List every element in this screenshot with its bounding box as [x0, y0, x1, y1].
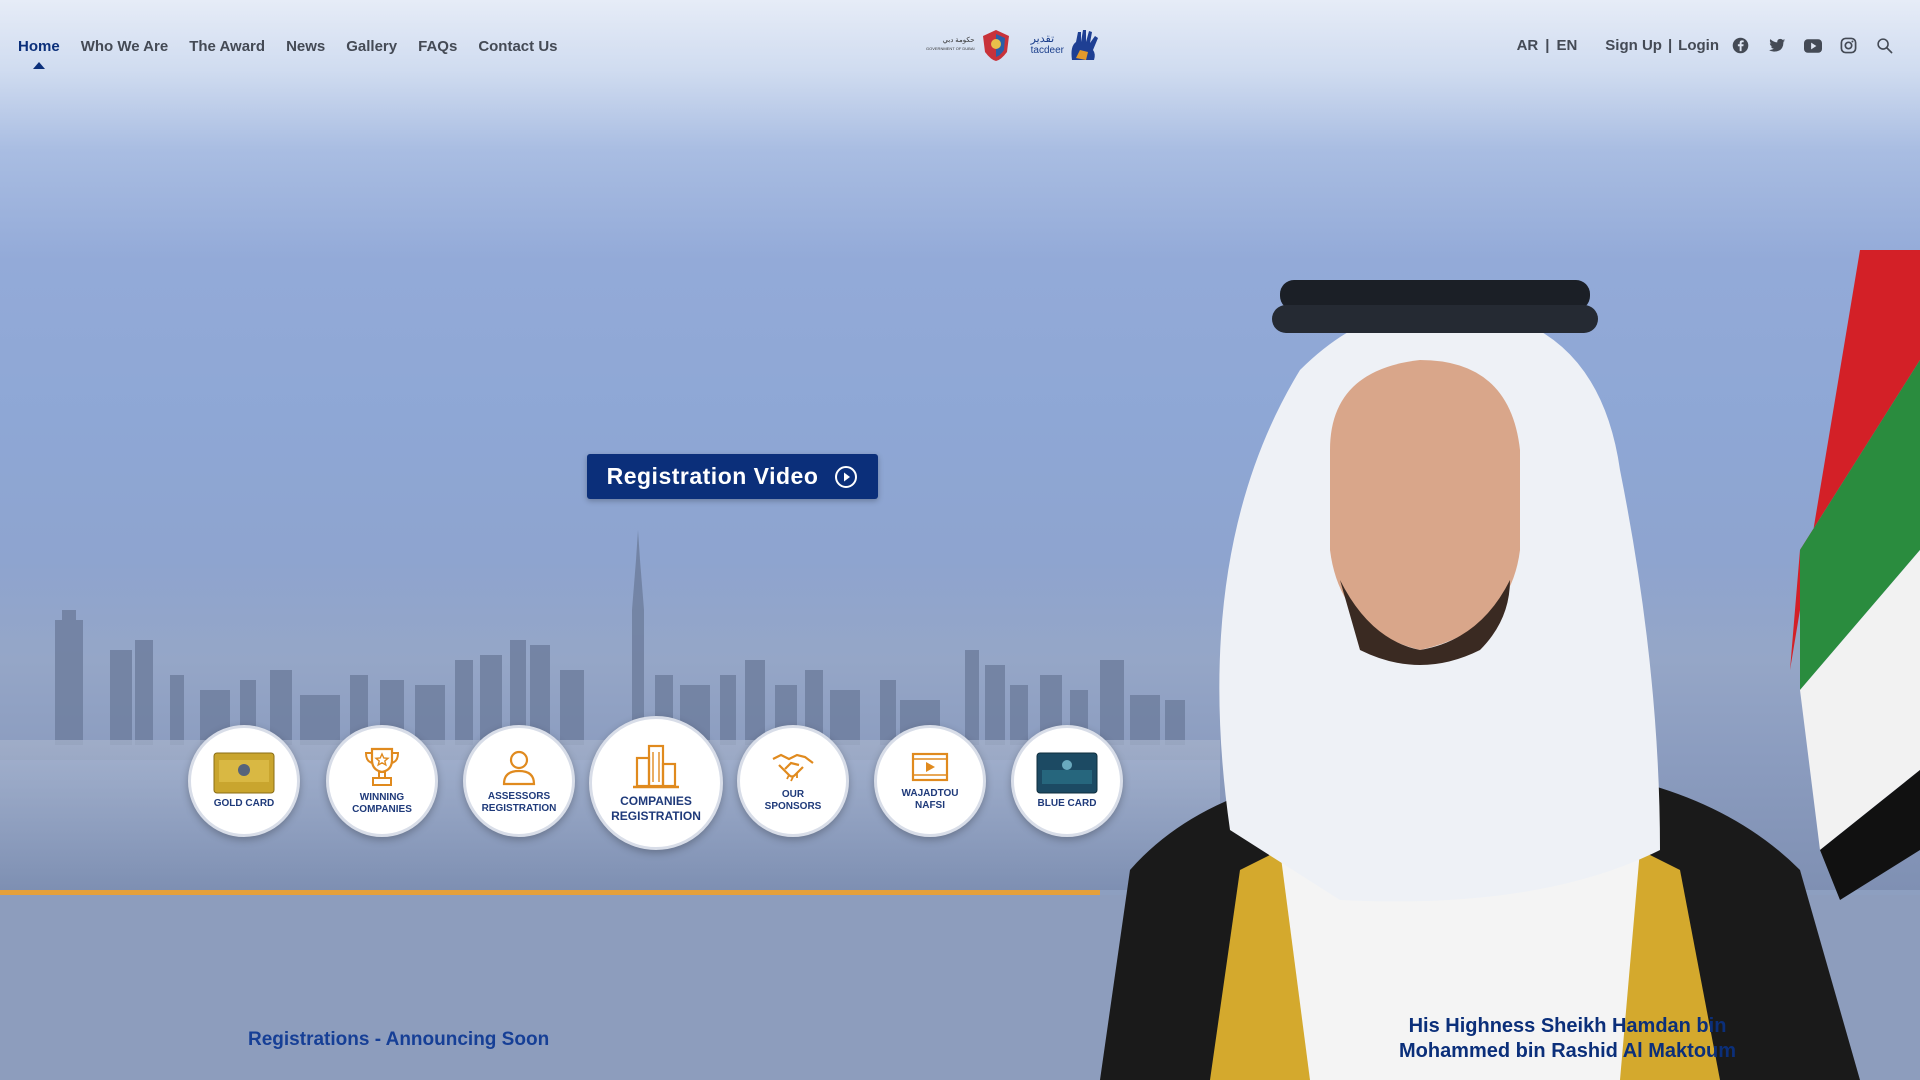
video-icon — [911, 752, 949, 782]
blue-card-icon — [1036, 752, 1098, 794]
tacdeer-logo[interactable]: تقدير tacdeer — [1031, 28, 1102, 62]
caption-line-2: Mohammed bin Rashid Al Maktoum — [1398, 1040, 1737, 1062]
registrations-announcement[interactable]: Registrations - Announcing Soon — [248, 1029, 549, 1051]
assessors-registration-link[interactable]: ASSESSORS REGISTRATION — [463, 725, 575, 837]
signup-link[interactable]: Sign Up — [1605, 37, 1662, 54]
gold-card-icon — [213, 752, 275, 794]
trophy-icon — [364, 747, 400, 786]
auth-separator: | — [1667, 37, 1673, 54]
search-icon[interactable] — [1875, 36, 1894, 55]
play-icon — [835, 465, 858, 488]
companies-registration-label: COMPANIES REGISTRATION — [611, 794, 701, 823]
government-of-dubai-logo[interactable]: حكومة دبي GOVERNMENT OF DUBAI — [926, 28, 1013, 62]
gov-logo-text: حكومة دبي GOVERNMENT OF DUBAI — [926, 37, 975, 53]
our-sponsors-link[interactable]: OUR SPONSORS — [737, 725, 849, 837]
gold-card-label: GOLD CARD — [213, 798, 275, 809]
buildings-icon — [633, 744, 679, 789]
auth-links: Sign Up | Login — [1605, 37, 1719, 54]
header-logos: حكومة دبي GOVERNMENT OF DUBAI تقدير tacd… — [926, 28, 1102, 62]
nav-home[interactable]: Home — [18, 38, 60, 69]
lang-en-link[interactable]: EN — [1556, 37, 1577, 54]
registration-video-label: Registration Video — [606, 463, 819, 489]
twitter-icon[interactable] — [1767, 36, 1786, 55]
gov-emblem-icon — [982, 30, 1009, 61]
lang-separator: | — [1545, 37, 1550, 54]
blue-card-label: BLUE CARD — [1037, 798, 1097, 809]
social-icons — [1731, 36, 1894, 55]
gov-logo-ar: حكومة دبي — [942, 37, 975, 44]
nav-news[interactable]: News — [286, 38, 325, 55]
caption-line-1: His Highness Sheikh Hamdan bin — [1408, 1015, 1727, 1037]
winning-companies-link[interactable]: WINNING COMPANIES — [326, 725, 438, 837]
facebook-icon[interactable] — [1731, 36, 1750, 55]
active-caret-icon — [32, 62, 45, 69]
winning-companies-label: WINNING COMPANIES — [352, 792, 412, 815]
handshake-icon — [772, 753, 814, 782]
login-link[interactable]: Login — [1678, 37, 1719, 54]
blue-card-link[interactable]: BLUE CARD — [1011, 725, 1123, 837]
wajadtou-nafsi-link[interactable]: WAJADTOU NAFSI — [874, 725, 986, 837]
nav-contact-us[interactable]: Contact Us — [478, 38, 557, 55]
lang-ar-link[interactable]: AR — [1517, 37, 1539, 54]
person-icon — [502, 750, 536, 786]
wajadtou-nafsi-label: WAJADTOU NAFSI — [901, 788, 959, 811]
tacdeer-logo-en: tacdeer — [1030, 45, 1064, 56]
nav-home-label: Home — [18, 38, 60, 55]
nav-gallery[interactable]: Gallery — [346, 38, 397, 55]
companies-registration-link[interactable]: COMPANIES REGISTRATION — [589, 716, 723, 850]
tacdeer-logo-ar: تقدير — [1030, 33, 1055, 45]
skyline-image — [0, 530, 1220, 760]
nav-right: AR | EN Sign Up | Login — [1517, 36, 1894, 55]
portrait-caption: His Highness Sheikh Hamdan bin Mohammed … — [1385, 1014, 1750, 1064]
gold-card-link[interactable]: GOLD CARD — [188, 725, 300, 837]
nav-who-we-are[interactable]: Who We Are — [81, 38, 169, 55]
tacdeer-logo-text: تقدير tacdeer — [1030, 33, 1064, 57]
top-navigation: Home Who We Are The Award News Gallery F… — [0, 0, 1920, 95]
youtube-icon[interactable] — [1803, 36, 1822, 55]
nav-faqs[interactable]: FAQs — [418, 38, 457, 55]
instagram-icon[interactable] — [1839, 36, 1858, 55]
assessors-registration-label: ASSESSORS REGISTRATION — [481, 791, 557, 814]
tacdeer-hand-icon — [1071, 30, 1098, 60]
our-sponsors-label: OUR SPONSORS — [764, 789, 822, 812]
registration-video-button[interactable]: Registration Video — [587, 454, 878, 499]
nav-the-award[interactable]: The Award — [189, 38, 265, 55]
main-menu: Home Who We Are The Award News Gallery F… — [18, 38, 558, 69]
language-switch: AR | EN — [1517, 37, 1578, 54]
gov-logo-en: GOVERNMENT OF DUBAI — [926, 46, 975, 51]
sheikh-portrait-image — [1100, 250, 1920, 1080]
